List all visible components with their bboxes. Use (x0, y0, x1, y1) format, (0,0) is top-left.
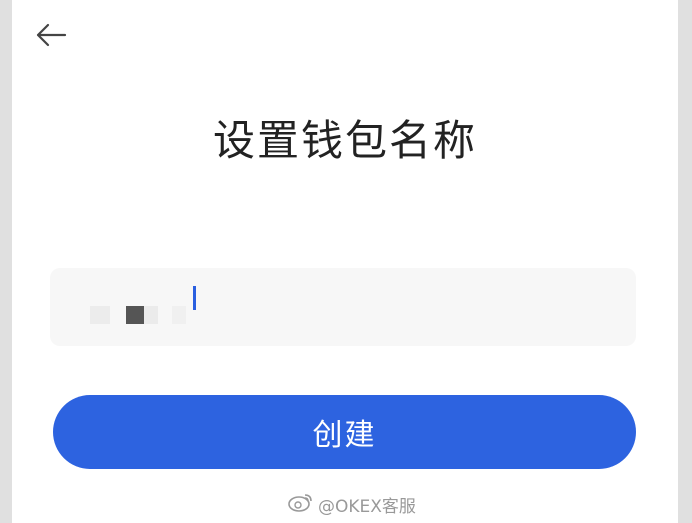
create-button[interactable]: 创建 (53, 395, 636, 469)
obscured-text-block (144, 306, 158, 324)
page-title: 设置钱包名称 (212, 116, 477, 165)
obscured-text-block (90, 306, 110, 324)
watermark-text: @OKEX客服 (318, 497, 416, 517)
text-cursor (193, 286, 196, 310)
arrow-left-icon (35, 23, 67, 51)
back-button[interactable] (34, 20, 68, 54)
obscured-text-block (126, 306, 144, 324)
app-screen: 设置钱包名称 创建 @OKEX客服 (12, 0, 678, 523)
watermark: @OKEX客服 (288, 492, 416, 517)
obscured-text-block (172, 306, 186, 324)
weibo-icon (288, 492, 314, 517)
